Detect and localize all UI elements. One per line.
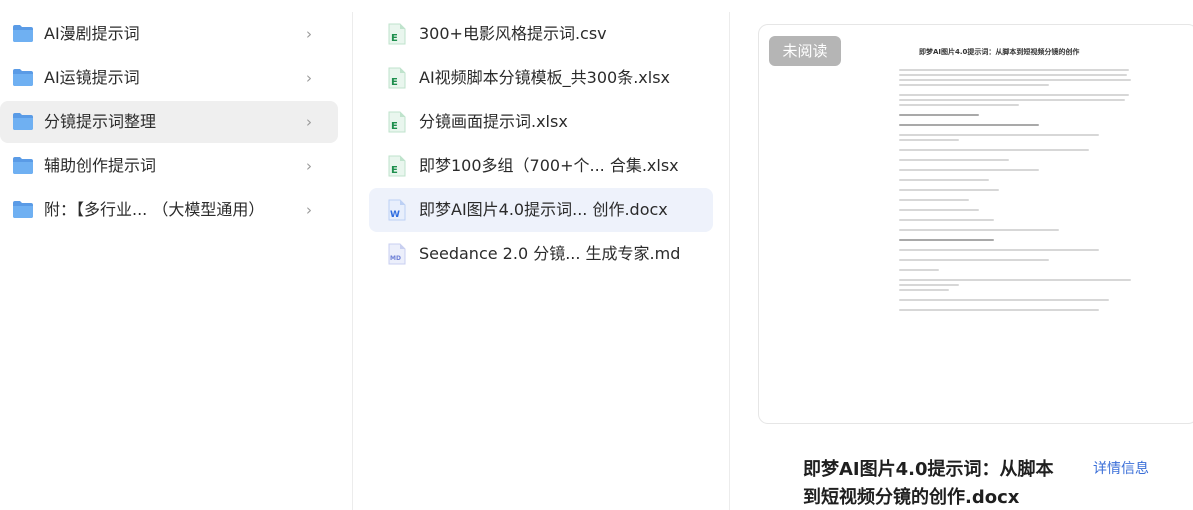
preview-doc-body [899, 69, 1139, 314]
file-item-csv[interactable]: E 300+电影风格提示词.csv [369, 12, 713, 56]
column-divider [729, 12, 730, 510]
file-label: Seedance 2.0 分镜... 生成专家.md [419, 244, 681, 263]
folder-item-fenjing[interactable]: 分镜提示词整理 › [0, 101, 338, 143]
svg-text:E: E [391, 165, 398, 176]
svg-text:MD: MD [390, 255, 401, 262]
folder-item-fuzhu[interactable]: 辅助创作提示词 › [0, 145, 338, 187]
svg-text:E: E [391, 33, 398, 44]
file-list: E 300+电影风格提示词.csv E AI视频脚本分镜模板_共300条.xls… [353, 0, 729, 510]
folder-icon [13, 69, 33, 86]
file-item-md[interactable]: MD Seedance 2.0 分镜... 生成专家.md [369, 232, 713, 276]
file-label: 即梦100多组（700+个... 合集.xlsx [419, 156, 679, 175]
svg-text:E: E [391, 121, 398, 132]
folder-icon [13, 113, 33, 130]
excel-file-icon: E [388, 155, 406, 177]
unread-badge: 未阅读 [769, 36, 841, 66]
markdown-file-icon: MD [388, 243, 406, 265]
file-item-xlsx-frames[interactable]: E 分镜画面提示词.xlsx [369, 100, 713, 144]
folder-label: AI运镜提示词 [44, 68, 140, 87]
folder-icon [13, 201, 33, 218]
chevron-right-icon: › [306, 25, 312, 43]
svg-text:W: W [390, 210, 400, 220]
file-label: AI视频脚本分镜模板_共300条.xlsx [419, 68, 671, 87]
folder-icon [13, 157, 33, 174]
file-label: 分镜画面提示词.xlsx [419, 112, 568, 131]
svg-text:E: E [391, 77, 398, 88]
file-item-xlsx-template[interactable]: E AI视频脚本分镜模板_共300条.xlsx [369, 56, 713, 100]
folder-list: AI漫剧提示词 › AI运镜提示词 › 分镜提示词整理 › 辅助创作提示词 › … [0, 0, 352, 510]
file-item-docx[interactable]: W 即梦AI图片4.0提示词... 创作.docx [369, 188, 713, 232]
word-file-icon: W [388, 199, 406, 221]
details-link[interactable]: 详情信息 [1093, 459, 1149, 479]
folder-item-fu[interactable]: 附：【多行业... （大模型通用） › [0, 189, 338, 231]
excel-file-icon: E [388, 67, 406, 89]
folder-label: 分镜提示词整理 [44, 112, 157, 131]
chevron-right-icon: › [306, 69, 312, 87]
chevron-right-icon: › [306, 201, 312, 219]
excel-file-icon: E [388, 23, 406, 45]
chevron-right-icon: › [306, 113, 312, 131]
document-preview[interactable]: 未阅读 即梦AI图片4.0提示词：从脚本到短视频分镜的创作 [758, 24, 1193, 424]
file-item-xlsx-collection[interactable]: E 即梦100多组（700+个... 合集.xlsx [369, 144, 713, 188]
folder-icon [13, 25, 33, 42]
file-label: 即梦AI图片4.0提示词... 创作.docx [419, 200, 668, 219]
preview-file-name: 即梦AI图片4.0提示词：从脚本到短视频分镜的创作.docx [803, 459, 1054, 508]
file-browser: AI漫剧提示词 › AI运镜提示词 › 分镜提示词整理 › 辅助创作提示词 › … [0, 0, 1193, 510]
chevron-right-icon: › [306, 157, 312, 175]
folder-item-ai-yunjing[interactable]: AI运镜提示词 › [0, 57, 338, 99]
folder-label: 附：【多行业... （大模型通用） [44, 200, 265, 219]
file-label: 300+电影风格提示词.csv [419, 24, 607, 43]
preview-doc-title: 即梦AI图片4.0提示词：从脚本到短视频分镜的创作 [919, 48, 1080, 56]
folder-label: AI漫剧提示词 [44, 24, 140, 43]
folder-item-ai-manju[interactable]: AI漫剧提示词 › [0, 13, 338, 55]
excel-file-icon: E [388, 111, 406, 133]
folder-label: 辅助创作提示词 [44, 156, 157, 175]
